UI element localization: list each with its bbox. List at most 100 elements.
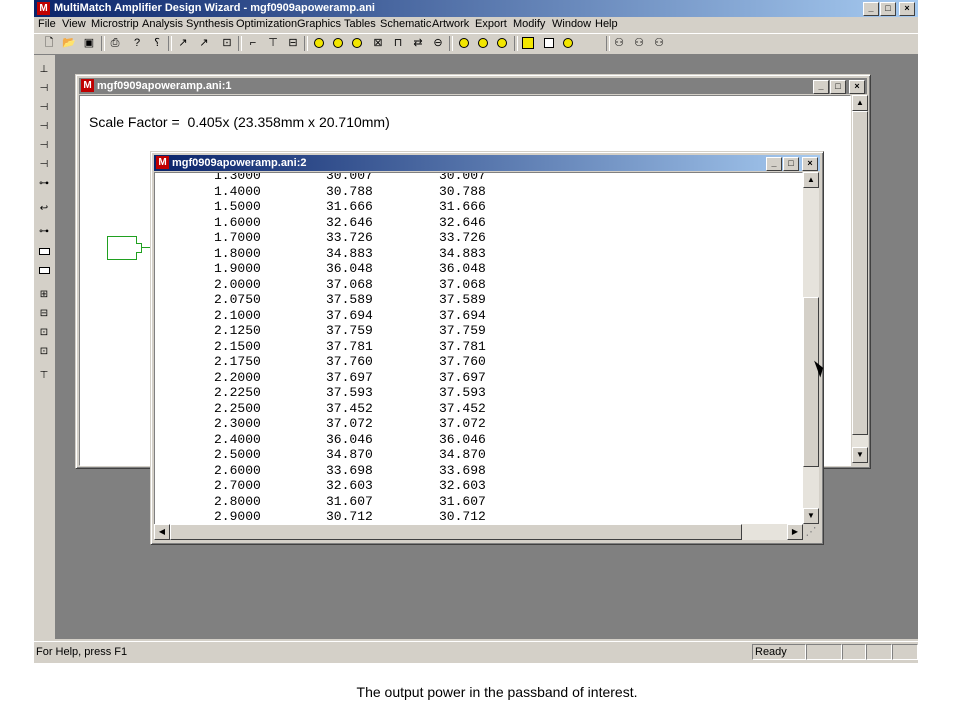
table-scroll-right-icon[interactable]: ▶ [787,524,803,540]
component-palette: ⊥ ⊣ ⊣ ⊣ ⊣ ⊣ ⊶ ↩ ⊶ ⊞ ⊟ ⊡ ⊡ ⊤ [34,55,56,639]
print-icon[interactable]: ⎙ [108,36,122,50]
palette-element-3-icon[interactable]: ⊣ [37,101,51,115]
people-icon[interactable]: ⚇ [612,36,626,50]
context-help-icon[interactable]: ⸮ [150,36,164,50]
yellow-k-icon[interactable] [476,36,490,50]
help-icon[interactable]: ? [130,36,144,50]
circle2-icon[interactable] [331,36,345,50]
table-maximize-button[interactable]: □ [783,157,799,171]
table-window-titlebar[interactable]: M mgf0909apoweramp.ani:2 _ □ × [154,155,820,171]
power-cell: 37.068 [439,276,486,292]
menu-microstrip[interactable]: Microstrip [91,18,139,30]
artwork-maximize-button[interactable]: □ [830,80,846,94]
transistor-component[interactable] [107,236,137,260]
menu-schematic[interactable]: Schematic [380,18,431,30]
loop-icon[interactable]: ⊖ [431,36,445,50]
table-row: 1.6000 32.646 32.646 [155,215,802,231]
power-cell: 30.712 [326,509,373,525]
table-scroll-left-icon[interactable]: ◀ [154,524,170,540]
table-hscroll-thumb[interactable] [170,524,742,540]
ybox-icon[interactable] [521,36,535,50]
yellow-dot-icon[interactable] [495,36,509,50]
table-hscroll[interactable]: ◀ ▶ [154,524,803,540]
palette-element-1-icon[interactable]: ⊥ [37,63,51,77]
artwork-scroll-down-icon[interactable]: ▼ [852,447,868,463]
maximize-button[interactable]: □ [880,2,896,16]
menu-view[interactable]: View [62,18,86,30]
table-row: 1.4000 30.788 30.788 [155,184,802,200]
app-icon: M [37,2,50,15]
square-icon[interactable] [542,36,556,50]
app-titlebar[interactable]: M MultiMatch Amplifier Design Wizard - m… [34,0,918,17]
minimize-button[interactable]: _ [863,2,879,16]
table-row: 2.4000 36.046 36.046 [155,432,802,448]
power-cell: 34.883 [439,245,486,261]
table-scroll-thumb[interactable] [803,297,819,467]
circle3-icon[interactable] [350,36,364,50]
stub-icon[interactable]: ⊟ [286,36,300,50]
doc-icon: M [81,79,94,92]
bridge-icon[interactable]: ⊓ [391,36,405,50]
menu-file[interactable]: File [38,18,56,30]
palette-element-9-icon[interactable]: ⊶ [37,225,51,239]
menu-synthesis[interactable]: Synthesis [186,18,234,30]
palette-element-8-icon[interactable]: ↩ [37,202,51,216]
menu-modify[interactable]: Modify [513,18,545,30]
palette-element-16-icon[interactable]: ⊤ [37,369,51,383]
menu-window[interactable]: Window [552,18,591,30]
artwork-scroll-up-icon[interactable]: ▲ [852,95,868,111]
palette-element-2-icon[interactable]: ⊣ [37,82,51,96]
people3-icon[interactable]: ⚇ [652,36,666,50]
cross-box-icon[interactable]: ⊠ [371,36,385,50]
artwork-minimize-button[interactable]: _ [813,80,829,94]
smith-icon[interactable] [561,36,575,50]
tee-icon[interactable]: ⊤ [266,36,280,50]
artwork-close-button[interactable]: × [849,80,865,94]
artwork-window-titlebar[interactable]: M mgf0909apoweramp.ani:1 _ □ × [79,78,867,94]
menu-help[interactable]: Help [595,18,618,30]
mdi-workspace: M mgf0909apoweramp.ani:1 _ □ × Scale Fac… [56,54,918,639]
palette-element-5-icon[interactable]: ⊣ [37,139,51,153]
power-cell: 37.697 [326,369,373,385]
close-button[interactable]: × [899,2,915,16]
graph-icon[interactable]: ↗ [176,36,190,50]
table-window: M mgf0909apoweramp.ani:2 _ □ × 1.3000 30.… [150,151,824,545]
menu-export[interactable]: Export [475,18,507,30]
table-row: 2.0750 37.589 37.589 [155,292,802,308]
people2-icon[interactable]: ⚇ [632,36,646,50]
power-cell: 37.759 [439,323,486,339]
menu-optimization[interactable]: Optimization [236,18,297,30]
open-folder-icon[interactable]: 📂 [62,36,76,50]
artwork-scroll-thumb[interactable] [852,111,868,435]
palette-element-7-icon[interactable]: ⊶ [37,177,51,191]
circle-icon[interactable] [312,36,326,50]
palette-element-13-icon[interactable]: ⊟ [37,307,51,321]
line-icon[interactable]: ⌐ [246,36,260,50]
palette-element-10-icon[interactable] [37,244,51,258]
table-row: 2.8000 31.607 31.607 [155,494,802,510]
palette-element-4-icon[interactable]: ⊣ [37,120,51,134]
save-icon[interactable]: ▣ [82,36,96,50]
palette-element-6-icon[interactable]: ⊣ [37,158,51,172]
new-file-icon[interactable]: 🗋 [42,36,56,50]
graph2-icon[interactable]: ↗ [197,36,211,50]
size-grip-icon[interactable]: ⋰ [803,524,819,540]
table-scroll-up-icon[interactable]: ▲ [803,172,819,188]
artwork-vscroll[interactable]: ▲ ▼ [852,95,868,463]
palette-element-14-icon[interactable]: ⊡ [37,326,51,340]
menu-graphics[interactable]: Graphics [297,18,341,30]
palette-element-11-icon[interactable] [37,263,51,277]
yellow-y-icon[interactable] [457,36,471,50]
palette-element-15-icon[interactable]: ⊡ [37,345,51,359]
palette-element-12-icon[interactable]: ⊞ [37,288,51,302]
table-minimize-button[interactable]: _ [766,157,782,171]
table-icon[interactable]: ⊡ [220,36,234,50]
table-scroll-down-icon[interactable]: ▼ [803,508,819,524]
menu-analysis[interactable]: Analysis [142,18,183,30]
menu-tables[interactable]: Tables [344,18,376,30]
power-cell: 37.452 [439,400,486,416]
table-close-button[interactable]: × [802,157,818,171]
table-vscroll[interactable]: ▲ ▼ [803,172,819,524]
equal-icon[interactable]: ⇄ [411,36,425,50]
menu-artwork[interactable]: Artwork [432,18,469,30]
